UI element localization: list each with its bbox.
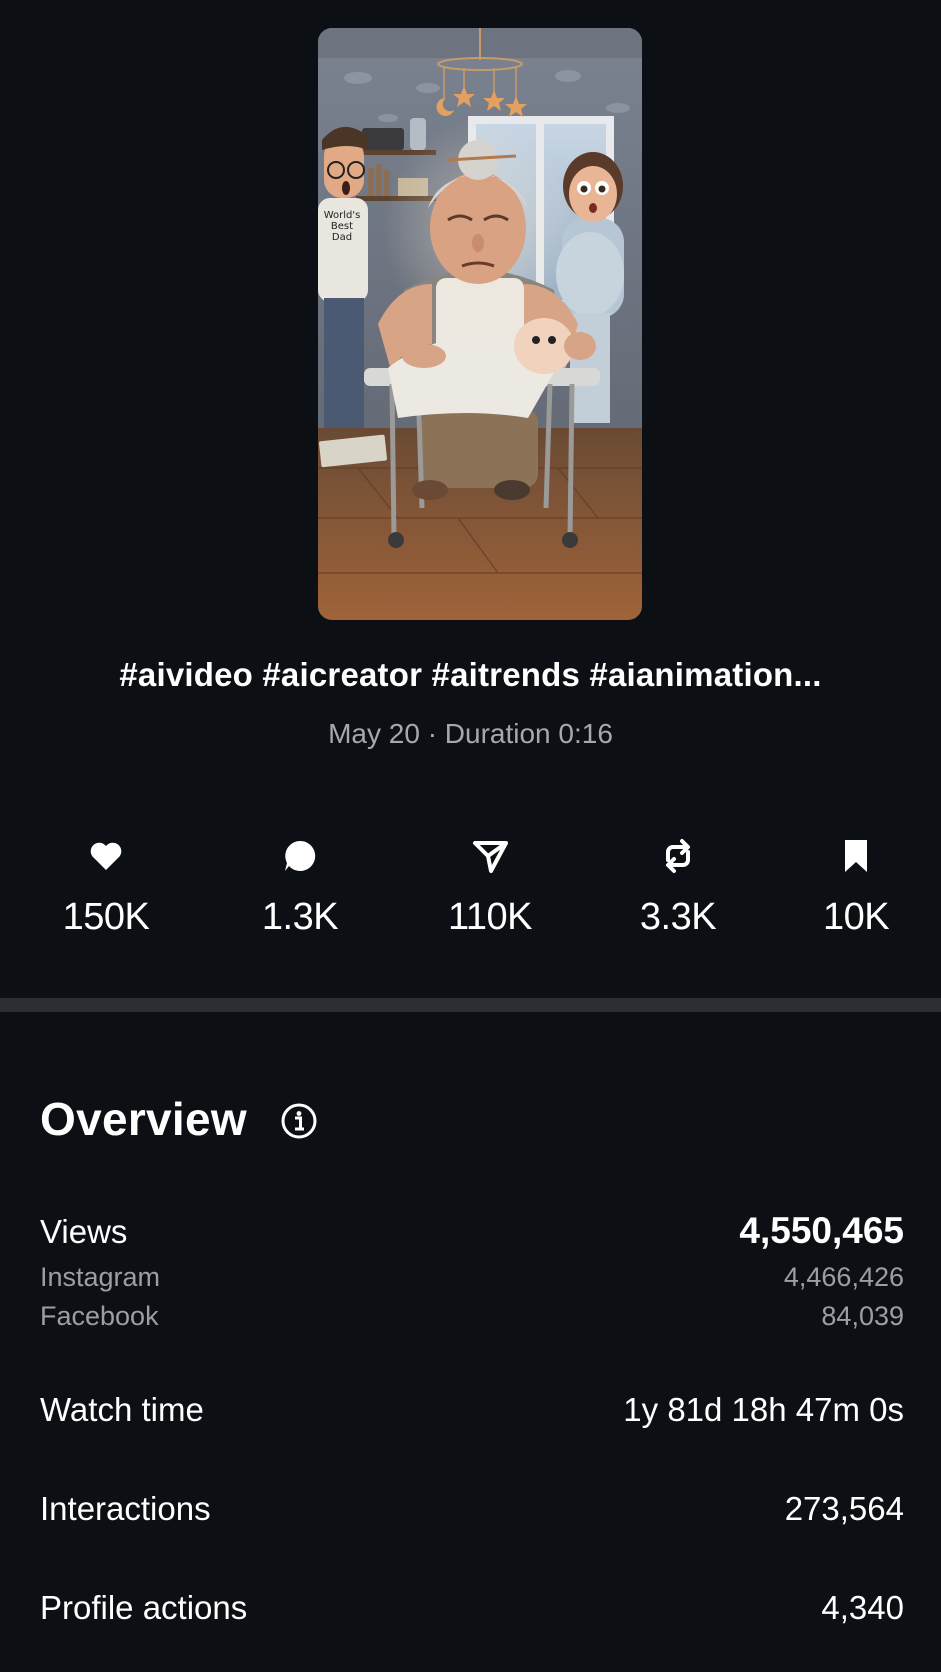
reposts-stat[interactable]: 3.3K [588,836,768,939]
watch-time-label: Watch time [40,1391,204,1428]
saves-stat[interactable]: 10K [766,836,941,939]
views-value: 4,550,465 [739,1210,904,1251]
watch-time-value: 1y 81d 18h 47m 0s [623,1391,904,1428]
bookmark-icon [845,840,867,872]
reposts-count: 3.3K [639,896,717,938]
comments-stat[interactable]: 1.3K [210,836,390,939]
tshirt-text-line-2: Best [331,221,353,232]
instagram-views-value: 4,466,426 [783,1262,904,1292]
profile-actions-label: Profile actions [40,1589,248,1626]
repost-icon [666,839,690,873]
likes-stat[interactable]: 150K [16,836,196,939]
section-divider [0,998,941,1012]
comment-icon [285,840,316,871]
tshirt-text-line-1: World's [324,210,361,221]
interactions-value: 273,564 [784,1490,904,1527]
thumbnail-illustration: World's Best Dad [318,28,642,620]
instagram-views-label: Instagram [40,1262,161,1292]
shares-count: 110K [448,896,532,938]
saves-count: 10K [822,896,890,938]
tshirt-text-line-3: Dad [332,232,352,243]
facebook-views-label: Facebook [40,1301,159,1331]
comments-count: 1.3K [261,896,339,938]
info-icon[interactable] [280,1102,318,1140]
video-thumbnail[interactable]: World's Best Dad [318,28,642,620]
profile-actions-value: 4,340 [821,1589,904,1626]
post-caption[interactable]: #aivideo #aicreator #aitrends #aianimati… [0,656,941,694]
likes-count: 150K [62,896,150,938]
overview-title: Overview [40,1093,247,1145]
post-meta: May 20 · Duration 0:16 [328,718,613,749]
views-label: Views [40,1213,128,1250]
heart-icon [90,842,122,870]
facebook-views-value: 84,039 [821,1301,904,1331]
interactions-label: Interactions [40,1490,211,1527]
shares-stat[interactable]: 110K [400,836,580,939]
send-icon [473,841,508,873]
